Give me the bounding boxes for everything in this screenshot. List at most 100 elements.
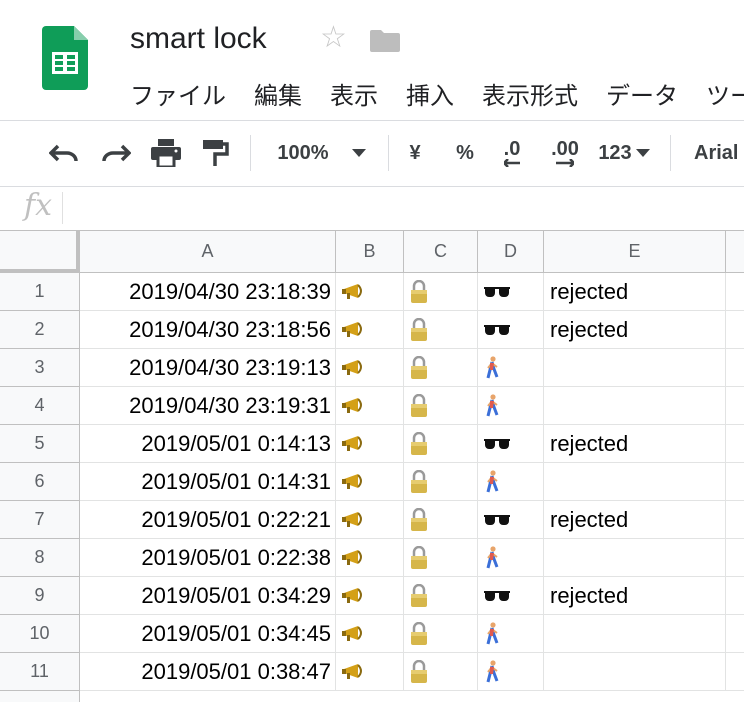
undo-icon[interactable]: [46, 121, 82, 185]
folder-icon[interactable]: [370, 30, 400, 52]
cell-f[interactable]: [726, 311, 744, 349]
cell-status[interactable]: rejected: [544, 501, 726, 539]
menu-insert[interactable]: 挿入: [406, 76, 454, 111]
cell-timestamp[interactable]: 2019/05/01 0:34:29: [80, 577, 336, 615]
row-header[interactable]: 11: [0, 653, 80, 691]
menu-edit[interactable]: 編集: [254, 76, 302, 111]
cell-status[interactable]: [544, 615, 726, 653]
cell-d[interactable]: [478, 539, 544, 577]
cell-d[interactable]: [478, 387, 544, 425]
percent-format-button[interactable]: %: [450, 121, 480, 185]
cell-c[interactable]: [404, 577, 478, 615]
cell-c[interactable]: [404, 653, 478, 691]
row-header[interactable]: 4: [0, 387, 80, 425]
cell-timestamp[interactable]: 2019/05/01 0:38:47: [80, 653, 336, 691]
cell-c[interactable]: [404, 539, 478, 577]
cell-b[interactable]: [336, 311, 404, 349]
paint-format-icon[interactable]: [198, 121, 234, 185]
cell-d[interactable]: [478, 653, 544, 691]
formula-input[interactable]: [70, 190, 740, 226]
cell-b[interactable]: [336, 425, 404, 463]
column-header-e[interactable]: E: [544, 231, 726, 273]
star-outline-icon[interactable]: ☆: [320, 20, 347, 55]
chevron-down-icon[interactable]: [346, 121, 372, 185]
cell-timestamp[interactable]: 2019/04/30 23:19:13: [80, 349, 336, 387]
cell-d[interactable]: [478, 311, 544, 349]
cell-f[interactable]: [726, 349, 744, 387]
cell-status[interactable]: [544, 387, 726, 425]
cell-c[interactable]: [404, 387, 478, 425]
cell-status[interactable]: rejected: [544, 577, 726, 615]
cell-f[interactable]: [726, 577, 744, 615]
cell-status[interactable]: [544, 349, 726, 387]
row-header[interactable]: 6: [0, 463, 80, 501]
menu-data[interactable]: データ: [606, 76, 678, 111]
cell-status[interactable]: rejected: [544, 425, 726, 463]
row-header[interactable]: [0, 691, 80, 702]
cell-f[interactable]: [726, 273, 744, 311]
cell-f[interactable]: [726, 387, 744, 425]
cell-timestamp[interactable]: 2019/05/01 0:14:13: [80, 425, 336, 463]
menu-tools[interactable]: ツー: [706, 76, 744, 111]
cell-f[interactable]: [726, 539, 744, 577]
column-header-d[interactable]: D: [478, 231, 544, 273]
redo-icon[interactable]: [98, 121, 134, 185]
cell-timestamp[interactable]: 2019/04/30 23:18:56: [80, 311, 336, 349]
column-header-f[interactable]: [726, 231, 744, 273]
cell-b[interactable]: [336, 387, 404, 425]
cell-status[interactable]: [544, 463, 726, 501]
increase-decimal-button[interactable]: .00: [544, 121, 586, 185]
cell-d[interactable]: [478, 273, 544, 311]
select-all-corner[interactable]: [0, 231, 80, 273]
print-icon[interactable]: [148, 121, 184, 185]
cell-b[interactable]: [336, 463, 404, 501]
decrease-decimal-button[interactable]: .0: [494, 121, 530, 185]
cell-timestamp[interactable]: 2019/04/30 23:18:39: [80, 273, 336, 311]
cell-b[interactable]: [336, 273, 404, 311]
cell-b[interactable]: [336, 539, 404, 577]
cell-d[interactable]: [478, 463, 544, 501]
cell-f[interactable]: [726, 653, 744, 691]
currency-format-button[interactable]: ¥: [400, 121, 430, 185]
cell-c[interactable]: [404, 615, 478, 653]
cell-b[interactable]: [336, 653, 404, 691]
row-header[interactable]: 3: [0, 349, 80, 387]
cell-d[interactable]: [478, 349, 544, 387]
cell-c[interactable]: [404, 311, 478, 349]
cell-b[interactable]: [336, 501, 404, 539]
cell-c[interactable]: [404, 501, 478, 539]
menu-format[interactable]: 表示形式: [482, 76, 578, 111]
menu-file[interactable]: ファイル: [130, 76, 226, 111]
cell-d[interactable]: [478, 615, 544, 653]
cell-timestamp[interactable]: 2019/04/30 23:19:31: [80, 387, 336, 425]
cell-timestamp[interactable]: 2019/05/01 0:22:38: [80, 539, 336, 577]
more-formats-button[interactable]: 123: [594, 121, 654, 185]
cell-b[interactable]: [336, 577, 404, 615]
row-header[interactable]: 9: [0, 577, 80, 615]
font-select[interactable]: Arial: [694, 121, 744, 185]
cell-timestamp[interactable]: 2019/05/01 0:22:21: [80, 501, 336, 539]
cell-c[interactable]: [404, 349, 478, 387]
column-header-c[interactable]: C: [404, 231, 478, 273]
column-header-b[interactable]: B: [336, 231, 404, 273]
cell-timestamp[interactable]: 2019/05/01 0:14:31: [80, 463, 336, 501]
cell-status[interactable]: rejected: [544, 311, 726, 349]
document-title[interactable]: smart lock: [130, 22, 267, 56]
menu-view[interactable]: 表示: [330, 76, 378, 111]
cell-c[interactable]: [404, 273, 478, 311]
row-header[interactable]: 1: [0, 273, 80, 311]
cell-timestamp[interactable]: 2019/05/01 0:34:45: [80, 615, 336, 653]
cell-d[interactable]: [478, 577, 544, 615]
cell-f[interactable]: [726, 501, 744, 539]
cell-d[interactable]: [478, 425, 544, 463]
cell-d[interactable]: [478, 501, 544, 539]
cell-b[interactable]: [336, 349, 404, 387]
column-header-a[interactable]: A: [80, 231, 336, 273]
cell-status[interactable]: rejected: [544, 273, 726, 311]
row-header[interactable]: 7: [0, 501, 80, 539]
cell-status[interactable]: [544, 539, 726, 577]
cell-c[interactable]: [404, 425, 478, 463]
google-sheets-icon[interactable]: [42, 26, 88, 90]
row-header[interactable]: 10: [0, 615, 80, 653]
row-header[interactable]: 8: [0, 539, 80, 577]
